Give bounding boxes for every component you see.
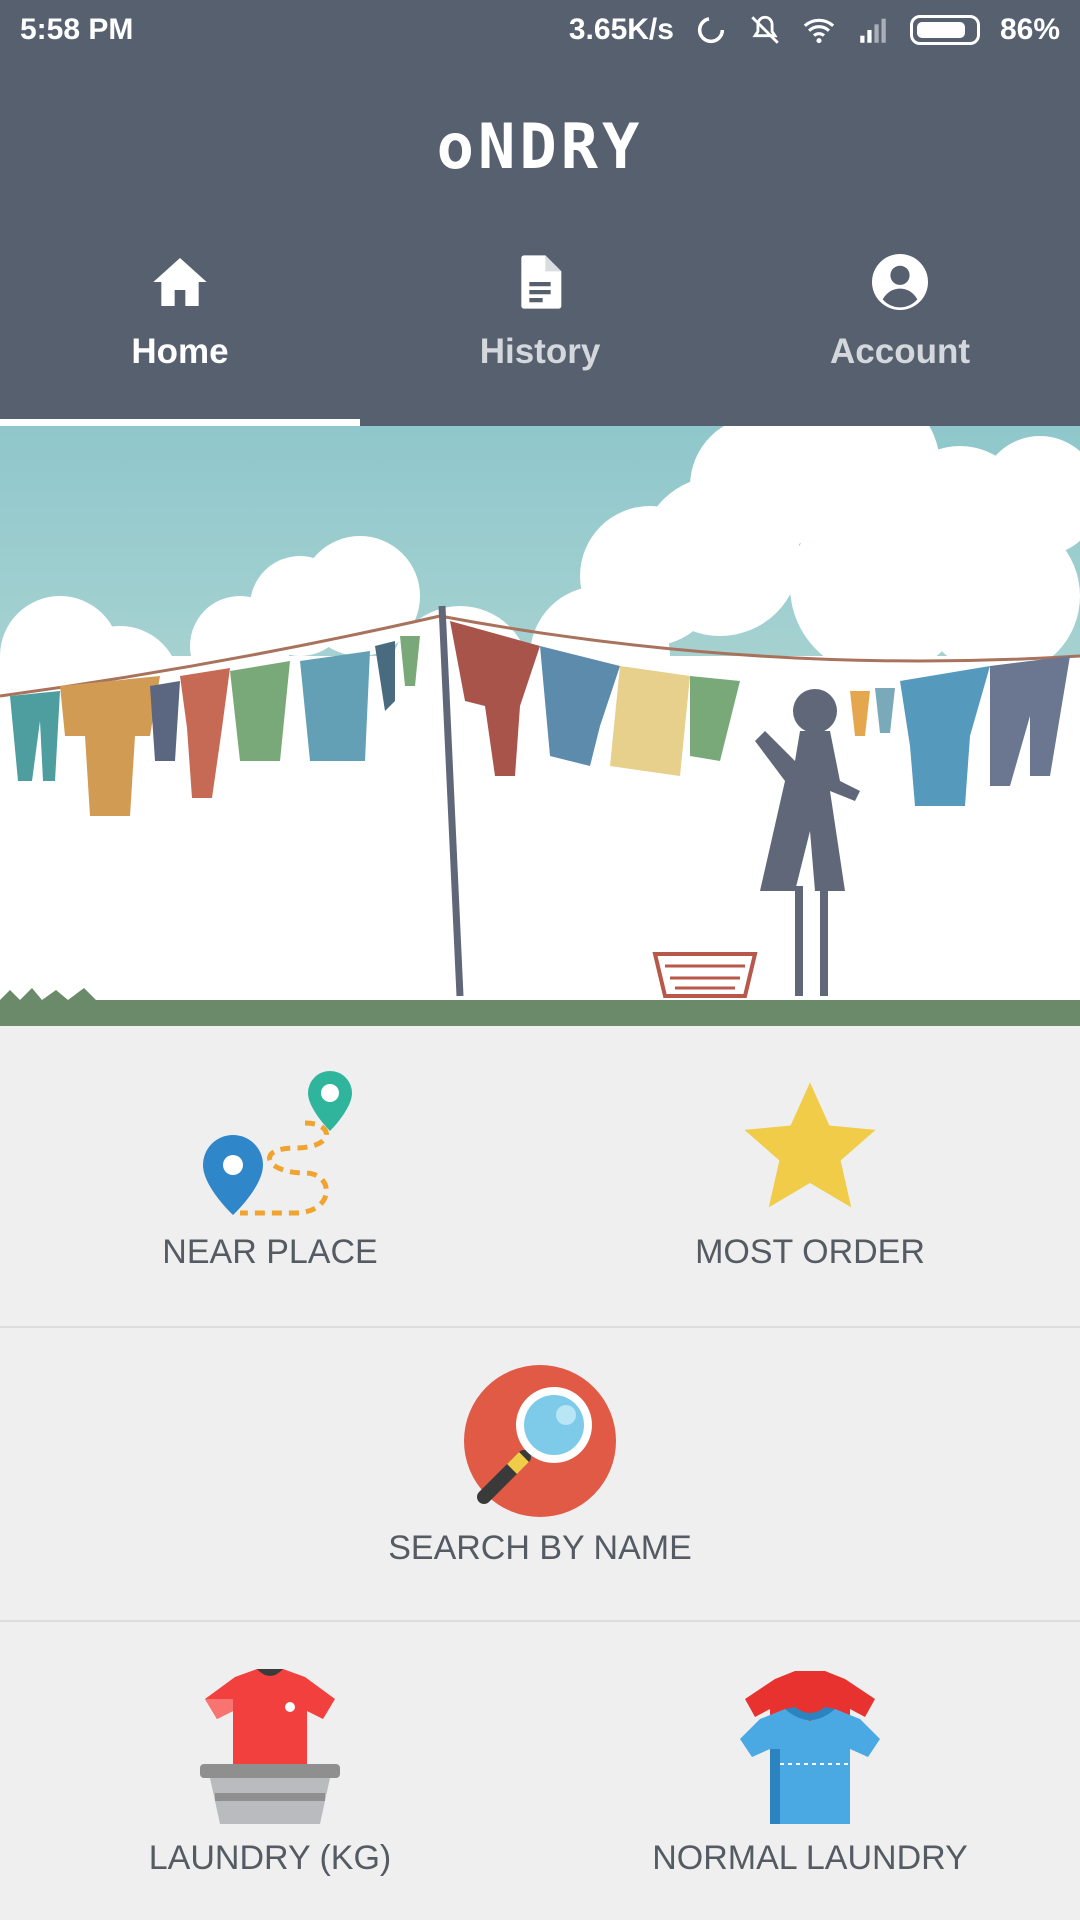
near-place-button[interactable]: NEAR PLACE <box>0 1026 540 1326</box>
tab-home-label: Home <box>131 332 229 371</box>
document-icon <box>521 255 562 309</box>
battery-percent: 86% <box>999 13 1060 46</box>
search-by-name-label: SEARCH BY NAME <box>388 1529 692 1567</box>
search-by-name-button[interactable]: SEARCH BY NAME <box>0 1328 1080 1620</box>
tab-history[interactable]: History <box>360 250 720 426</box>
star-icon <box>744 1082 876 1208</box>
normal-laundry-label: NORMAL LAUNDRY <box>652 1839 968 1877</box>
laundry-kg-button[interactable]: LAUNDRY (KG) <box>0 1622 540 1920</box>
menu-row-bottom: LAUNDRY (KG) NORMAL LAUNDRY <box>0 1622 1080 1920</box>
clothesline-illustration <box>0 426 1080 1026</box>
network-speed: 3.65K/s <box>568 13 674 46</box>
shirts-icon <box>740 1671 880 1824</box>
status-right: 3.65K/s 86% <box>569 13 1060 47</box>
laundry-banner-image <box>0 426 1080 1026</box>
normal-laundry-button[interactable]: NORMAL LAUNDRY <box>540 1622 1080 1920</box>
map-route-icon <box>203 1071 352 1216</box>
signal-icon <box>860 18 886 43</box>
menu-row-middle: SEARCH BY NAME <box>0 1326 1080 1622</box>
active-tab-indicator <box>0 419 360 426</box>
tab-account[interactable]: Account <box>720 250 1080 426</box>
account-circle-icon <box>872 254 928 310</box>
status-time: 5:58 PM <box>20 13 134 46</box>
shirt-basin-icon <box>200 1669 340 1824</box>
battery-icon <box>909 15 980 45</box>
most-order-label: MOST ORDER <box>695 1233 925 1271</box>
home-icon <box>153 258 207 306</box>
wifi-icon <box>803 18 835 44</box>
tab-bar: Home History Account <box>0 250 1080 426</box>
tab-history-label: History <box>479 332 601 371</box>
tab-account-label: Account <box>830 332 970 371</box>
tab-home[interactable]: Home <box>0 250 360 426</box>
most-order-button[interactable]: MOST ORDER <box>540 1026 1080 1326</box>
app-logo: oNDRY <box>436 110 644 183</box>
menu-row-top: NEAR PLACE MOST ORDER <box>0 1026 1080 1326</box>
magnifier-icon <box>464 1365 616 1517</box>
laundry-kg-label: LAUNDRY (KG) <box>148 1839 392 1877</box>
sync-icon <box>697 16 725 44</box>
near-place-label: NEAR PLACE <box>162 1233 378 1271</box>
app-bar: oNDRY Home History Account <box>0 60 1080 426</box>
vibrate-off-icon <box>751 15 779 44</box>
status-bar: 5:58 PM 3.65K/s 86% <box>0 0 1080 60</box>
